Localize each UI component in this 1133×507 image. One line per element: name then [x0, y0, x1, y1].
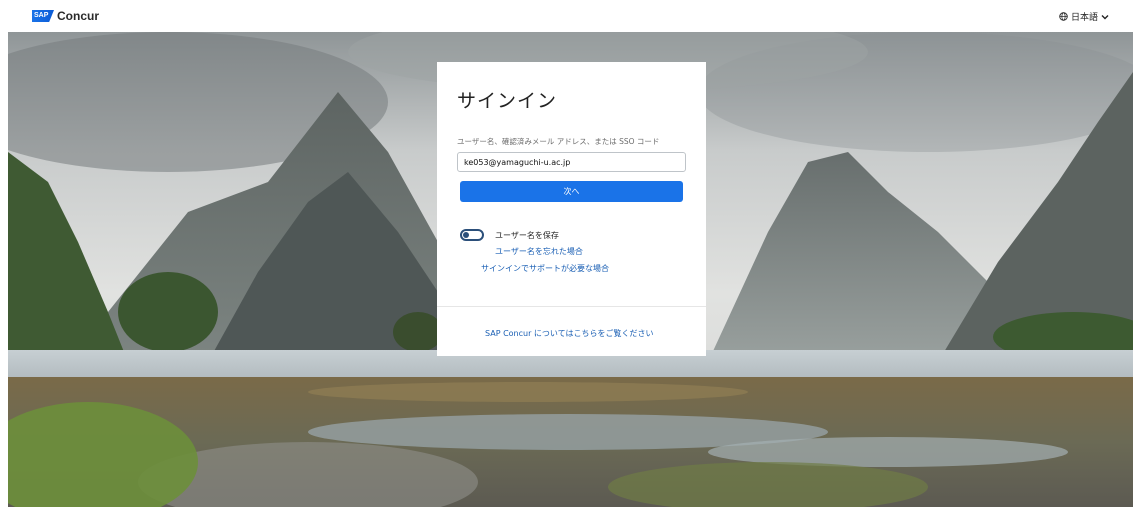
page-title: サインイン	[457, 90, 558, 112]
forgot-username-link[interactable]: ユーザー名を忘れた場合	[495, 246, 583, 257]
sign-in-card: サインイン ユーザー名、確認済みメール アドレス、または SSO コード 次へ …	[437, 62, 706, 356]
sign-in-help-link[interactable]: サインインでサポートが必要な場合	[481, 263, 609, 274]
about-sap-concur-link[interactable]: SAP Concur についてはこちらをご覧ください	[485, 328, 654, 339]
username-field-label: ユーザー名、確認済みメール アドレス、または SSO コード	[457, 137, 660, 146]
chevron-down-icon	[1101, 14, 1109, 19]
username-input[interactable]	[457, 152, 686, 172]
card-divider	[437, 306, 706, 307]
language-selector[interactable]: 日本語	[1059, 10, 1109, 23]
remember-username-toggle[interactable]	[460, 229, 484, 241]
toggle-knob	[463, 232, 469, 238]
top-bar: SAP Concur 日本語	[0, 0, 1133, 32]
sap-concur-logo[interactable]: SAP Concur	[32, 9, 99, 23]
sap-logo-mark: SAP	[32, 10, 54, 22]
next-button[interactable]: 次へ	[460, 181, 683, 202]
language-label: 日本語	[1070, 13, 1098, 23]
globe-icon	[1059, 12, 1068, 21]
remember-username-label: ユーザー名を保存	[495, 230, 559, 240]
remember-username-row: ユーザー名を保存	[460, 229, 559, 241]
concur-logo-text: Concur	[57, 9, 99, 23]
